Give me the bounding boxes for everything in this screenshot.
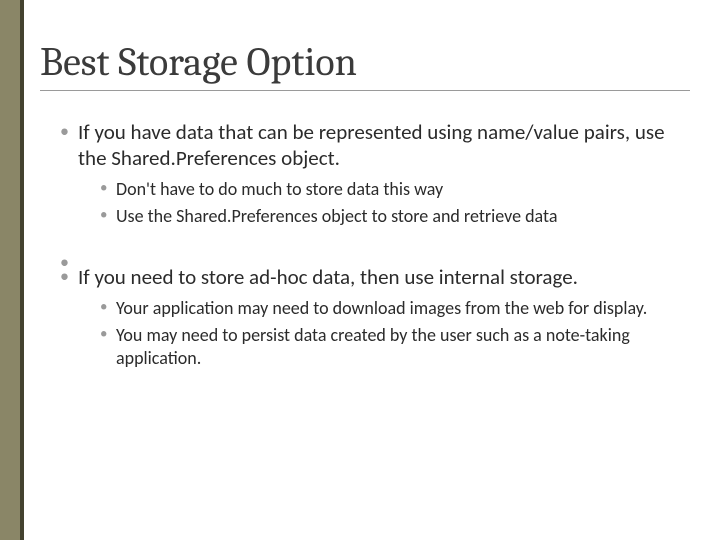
list-item-text: Your application may need to download im… (116, 297, 647, 319)
sub-list: Your application may need to download im… (78, 297, 680, 371)
slide: Best Storage Option If you have data tha… (0, 0, 720, 540)
slide-title: Best Storage Option (40, 40, 690, 84)
accent-bar (0, 0, 20, 540)
list-item-text: Don't have to do much to store data this… (116, 178, 443, 200)
list-item-text: If you have data that can be represented… (78, 119, 665, 171)
list-item: Use the Shared.Preferences object to sto… (100, 205, 680, 228)
slide-content: Best Storage Option If you have data tha… (40, 40, 690, 393)
spacer (60, 250, 680, 264)
list-item: If you have data that can be represented… (60, 119, 680, 228)
sub-list: Don't have to do much to store data this… (78, 178, 680, 229)
list-item-text: You may need to persist data created by … (116, 324, 630, 369)
accent-bar-dark (20, 0, 24, 540)
list-item: You may need to persist data created by … (100, 324, 680, 371)
list-item: Your application may need to download im… (100, 297, 680, 320)
title-wrap: Best Storage Option (40, 40, 690, 91)
list-item: If you need to store ad-hoc data, then u… (60, 264, 680, 370)
list-item-text: If you need to store ad-hoc data, then u… (78, 264, 578, 290)
list-item-text: Use the Shared.Preferences object to sto… (116, 205, 557, 227)
bullet-list: If you have data that can be represented… (40, 119, 690, 371)
list-item: Don't have to do much to store data this… (100, 178, 680, 201)
